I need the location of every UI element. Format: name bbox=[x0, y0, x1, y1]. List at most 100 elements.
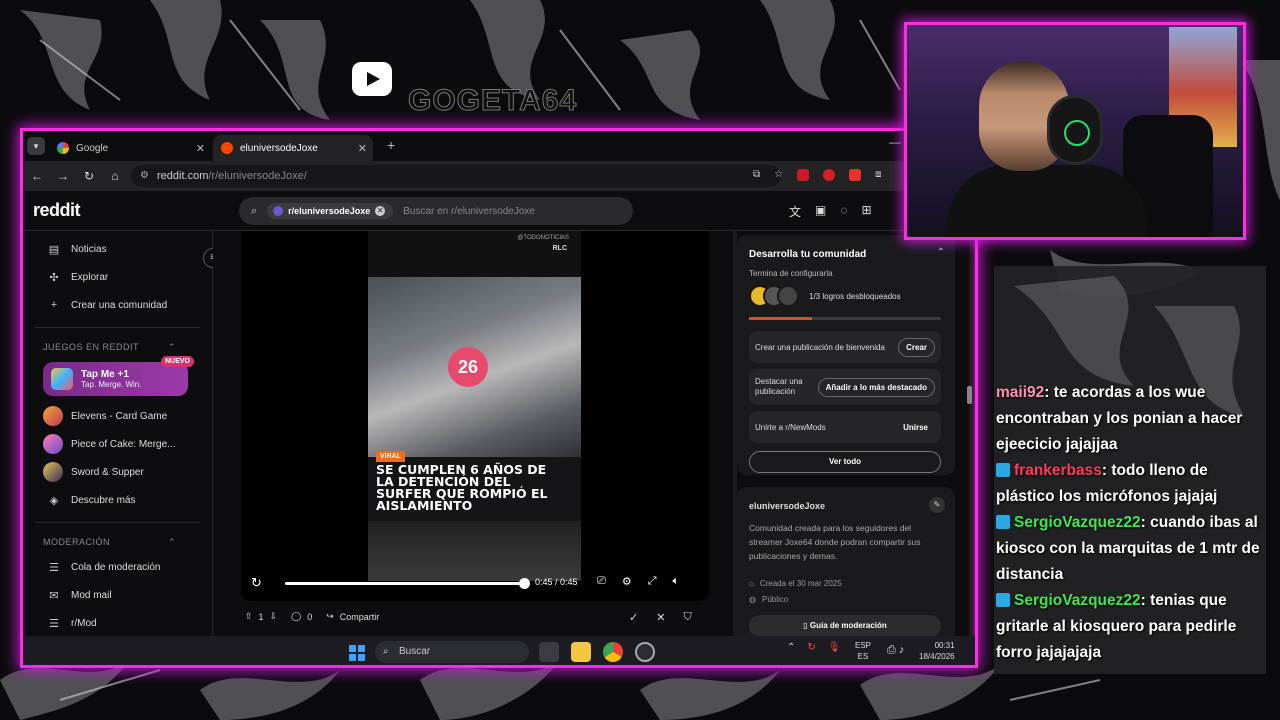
sidebar-item-create-community[interactable]: + Crear una comunidad bbox=[23, 291, 212, 319]
clock-date: 18/4/2026 bbox=[919, 652, 955, 661]
task-view-icon[interactable] bbox=[539, 642, 559, 662]
comments-button[interactable]: ◯ 0 bbox=[291, 611, 312, 622]
vote-group: ⇧ 1 ⇩ bbox=[245, 611, 277, 622]
tab-google[interactable]: Google ✕ bbox=[49, 135, 211, 161]
replay-icon[interactable]: ↻ bbox=[251, 575, 262, 591]
video-player[interactable]: @TODONOTICIAS RLC 26 VIRAL SE CUMPLEN 6 … bbox=[241, 231, 709, 601]
translate-icon[interactable]: 文 bbox=[789, 203, 801, 220]
right-panel: Desarrolla tu comunidad ⌃ Termina de con… bbox=[737, 231, 969, 647]
remove-x-icon[interactable]: ✕ bbox=[656, 611, 665, 624]
bookmark-star-icon[interactable]: ☆ bbox=[774, 169, 783, 181]
create-button[interactable]: Crear bbox=[898, 337, 935, 357]
file-explorer-icon[interactable] bbox=[571, 642, 591, 662]
chevron-up-icon[interactable]: ⌃ bbox=[787, 642, 795, 653]
button-label: Guía de moderación bbox=[809, 621, 887, 630]
chat-message: maii92: te acordas a los wue encontraban… bbox=[996, 380, 1264, 458]
adblock-extension-icon[interactable] bbox=[849, 169, 862, 181]
gamepad-icon: ◈ bbox=[49, 494, 59, 507]
fullscreen-icon[interactable]: ⤢ bbox=[648, 575, 657, 588]
taskbar-search-input[interactable]: Buscar bbox=[375, 641, 529, 663]
scrollbar-thumb[interactable] bbox=[967, 386, 972, 404]
back-icon[interactable]: ← bbox=[25, 169, 49, 183]
url-field[interactable]: ⚙ reddit.com/r/eluniversodeJoxe/ bbox=[131, 165, 781, 187]
new-tab-icon[interactable]: + bbox=[387, 137, 395, 153]
task-label: Unirte a r/NewMods bbox=[755, 422, 826, 432]
progress-knob[interactable] bbox=[519, 578, 530, 589]
search-input[interactable]: ⌕ r/eluniversodeJoxe ✕ Buscar en r/eluni… bbox=[239, 197, 633, 225]
minimize-icon[interactable]: — bbox=[889, 135, 901, 149]
tab-search-chevron-icon[interactable]: ▾ bbox=[27, 137, 45, 155]
achievements-row[interactable]: 1/3 logros desbloqueados bbox=[749, 285, 901, 307]
sidebar-game-elevens[interactable]: Elevens - Card Game bbox=[23, 402, 212, 430]
chevron-up-icon[interactable]: ⌃ bbox=[168, 342, 176, 353]
extension-icon[interactable] bbox=[823, 169, 836, 181]
reload-icon[interactable]: ↻ bbox=[77, 169, 101, 183]
forward-icon[interactable]: → bbox=[51, 169, 75, 183]
reddit-favicon bbox=[221, 142, 233, 154]
video-header-strip: @TODONOTICIAS RLC bbox=[368, 231, 581, 277]
clock[interactable]: 00:31 18/4/2026 bbox=[919, 640, 955, 662]
site-settings-icon[interactable]: ⚙ bbox=[140, 165, 149, 187]
volume-icon[interactable]: 🔈︎ bbox=[673, 575, 680, 588]
sidebar-item-mod-queue[interactable]: ☰ Cola de moderación bbox=[23, 553, 212, 581]
mod-shield-icon[interactable]: ⛉ bbox=[683, 611, 691, 624]
edit-pencil-icon[interactable]: ✎ bbox=[929, 497, 945, 513]
video-progress-bar[interactable] bbox=[285, 578, 530, 589]
home-icon[interactable]: ⌂ bbox=[103, 169, 127, 183]
post-area: @TODONOTICIAS RLC 26 VIRAL SE CUMPLEN 6 … bbox=[213, 231, 733, 636]
search-community-chip[interactable]: r/eluniversodeJoxe ✕ bbox=[267, 203, 394, 219]
game-avatar bbox=[43, 434, 63, 454]
language-indicator[interactable]: ESP ES bbox=[855, 640, 871, 662]
globe-icon: ◍ bbox=[749, 595, 756, 604]
create-post-icon[interactable]: ⊞ bbox=[862, 203, 872, 220]
windows-start-icon[interactable] bbox=[349, 645, 365, 661]
sidebar-game-sword-supper[interactable]: Sword & Supper bbox=[23, 458, 212, 486]
share-button[interactable]: ↪ Compartir bbox=[326, 611, 379, 622]
sidebar-item-mod-mail[interactable]: ✉ Mod mail bbox=[23, 581, 212, 609]
tab-reddit[interactable]: eluniversodeJoxe ✕ bbox=[213, 135, 373, 161]
video-control-icons: ⎚ ⚙ ⤢ 🔈︎ bbox=[597, 575, 679, 588]
sidebar-game-piece-of-cake[interactable]: Piece of Cake: Merge... bbox=[23, 430, 212, 458]
settings-gear-icon[interactable]: ⚙ bbox=[622, 575, 632, 588]
sidebar-item-r-mod[interactable]: ☰ r/Mod bbox=[23, 609, 212, 636]
channel-name: GOGETA64 bbox=[407, 84, 578, 118]
reddit-header: reddit ⌕ r/eluniversodeJoxe ✕ Buscar en … bbox=[23, 191, 975, 231]
join-button[interactable]: Unirse bbox=[896, 419, 935, 436]
advertise-icon[interactable]: ▣ bbox=[815, 203, 826, 220]
chrome-icon[interactable] bbox=[603, 642, 623, 662]
chat-icon[interactable]: ◌ bbox=[840, 203, 847, 220]
mod-guide-button[interactable]: ▯ Guía de moderación bbox=[749, 615, 941, 637]
sidebar-item-label: Explorar bbox=[71, 271, 109, 283]
reddit-logo[interactable]: reddit bbox=[33, 200, 81, 221]
downvote-icon[interactable]: ⇩ bbox=[270, 611, 278, 622]
task-label: Destacar una publicación bbox=[755, 377, 803, 396]
approve-check-icon[interactable]: ✓ bbox=[629, 611, 638, 624]
chat-message: frankerbass: todo lleno de plástico los … bbox=[996, 458, 1264, 510]
new-badge: NUEVO bbox=[161, 356, 194, 367]
sidebar-item-explore[interactable]: ✣ Explorar bbox=[23, 263, 212, 291]
chat-username: SergioVazquez22 bbox=[1014, 592, 1141, 609]
extensions-puzzle-icon[interactable]: ⧈ bbox=[875, 169, 881, 181]
highlight-button[interactable]: Añadir a lo más destacado bbox=[817, 377, 935, 397]
close-tab-icon[interactable]: ✕ bbox=[196, 142, 205, 155]
chevron-up-icon[interactable]: ⌃ bbox=[937, 247, 945, 258]
network-volume-icons[interactable]: ⎙ ♪ bbox=[887, 644, 904, 657]
moderation-section-header[interactable]: MODERACIÓN ⌃ bbox=[23, 531, 212, 553]
sync-icon[interactable]: ↻ bbox=[807, 642, 815, 653]
promo-game-tap-me[interactable]: Tap Me +1 Tap. Merge. Win. NUEVO bbox=[43, 356, 194, 396]
obs-icon[interactable] bbox=[635, 642, 655, 662]
captions-icon[interactable]: ⎚ bbox=[597, 575, 606, 588]
chat-message: SergioVazquez22: tenias que gritarle al … bbox=[996, 588, 1264, 666]
install-app-icon[interactable]: ⧉ bbox=[753, 169, 760, 181]
microphone-icon[interactable]: 🎙︎ bbox=[828, 642, 841, 653]
games-section-header[interactable]: JUEGOS EN REDDIT ⌃ bbox=[23, 336, 212, 358]
sidebar-item-news[interactable]: ▤ Noticias bbox=[23, 235, 212, 263]
chevron-up-icon[interactable]: ⌃ bbox=[168, 537, 176, 548]
sidebar-item-discover-more[interactable]: ◈ Descubre más bbox=[23, 486, 212, 514]
comment-count: 0 bbox=[307, 611, 313, 622]
view-all-button[interactable]: Ver todo bbox=[749, 451, 941, 473]
close-tab-icon[interactable]: ✕ bbox=[358, 142, 367, 155]
upvote-icon[interactable]: ⇧ bbox=[245, 611, 253, 622]
extension-icon[interactable] bbox=[797, 169, 810, 181]
clear-chip-icon[interactable]: ✕ bbox=[375, 206, 386, 216]
